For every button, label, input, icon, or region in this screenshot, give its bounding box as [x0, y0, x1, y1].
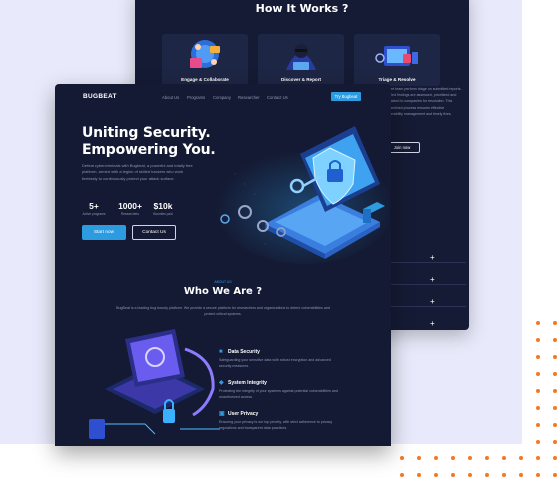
triage-description: Expert team perform triage on submitted …	[384, 87, 462, 116]
stat-value: $10k	[153, 201, 173, 211]
try-bugbeat-button[interactable]: Try Bugbeat	[331, 92, 361, 101]
stat-value: 5+	[89, 201, 99, 211]
feature-title: System Integrity	[228, 380, 267, 386]
faq-expand-icon[interactable]: +	[430, 319, 435, 328]
feature-system-integrity: ◆ System Integrity Protecting the integri…	[219, 380, 343, 401]
stat-programs: 5+ Active programs	[82, 201, 106, 216]
hero-title-line2: Empowering You.	[82, 142, 216, 158]
hero-title-line1: Uniting Security.	[82, 125, 211, 141]
feature-title: Data Security	[228, 349, 260, 355]
dot-grid-right	[536, 321, 557, 444]
card-discover-label: Discover & Report	[280, 77, 322, 82]
card-triage: Triage & Resolve	[354, 34, 440, 86]
faq-divider	[384, 306, 466, 307]
feature-title: User Privacy	[228, 411, 259, 417]
feature-data-security: ■ Data Security Safeguarding your sensiti…	[219, 349, 343, 370]
triage-illustration-icon	[375, 46, 418, 66]
user-icon: ▣	[219, 411, 225, 417]
nav-contact[interactable]: Contact Us	[267, 95, 288, 100]
nav-about[interactable]: About Us	[162, 95, 179, 100]
faq-divider	[384, 284, 466, 285]
feature-description: Safeguarding your sensitive data with ro…	[219, 358, 331, 368]
stat-researchers: 1000+ Researchers	[115, 201, 145, 216]
card-discover: Discover & Report	[258, 34, 344, 86]
faq-expand-icon[interactable]: +	[430, 297, 435, 306]
collaborate-illustration-icon	[190, 40, 220, 68]
feature-description: Ensuring your privacy is our top priorit…	[219, 420, 333, 430]
security-laptop-illustration	[215, 126, 389, 264]
hero-subtitle: Defeat cybercriminals with Bugbeat, a po…	[82, 163, 193, 181]
bugbeat-logo[interactable]: BUGBEAT	[83, 93, 117, 100]
who-we-are-title: Who We Are ?	[183, 286, 263, 297]
how-it-works-title: How It Works ?	[255, 2, 349, 15]
start-now-button[interactable]: Start now	[82, 225, 126, 240]
feature-user-privacy: ▣ User Privacy Ensuring your privacy is o…	[219, 411, 343, 432]
nav-programs[interactable]: Programs	[187, 95, 205, 100]
hero-title: Uniting Security. Empowering You.	[82, 125, 216, 159]
dot-grid-bottom	[400, 456, 557, 477]
stat-label: Bounties paid	[153, 212, 173, 216]
card-triage-label: Triage & Resolve	[378, 77, 416, 82]
stat-value: 1000+	[118, 201, 142, 211]
stat-label: Active programs	[82, 212, 106, 216]
faq-divider	[384, 262, 466, 263]
who-kicker: ABOUT US	[214, 280, 232, 284]
card-engage-label: Engage & Collaborate	[181, 77, 229, 82]
feature-description: Protecting the integrity of your systems…	[219, 389, 338, 399]
secure-laptop-illustration	[89, 329, 220, 439]
shield-icon: ◆	[219, 380, 224, 386]
stat-bounties: $10k Bounties paid	[151, 201, 175, 216]
faq-expand-icon[interactable]: +	[430, 275, 435, 284]
nav-company[interactable]: Company	[213, 95, 231, 100]
stat-label: Researchers	[120, 212, 140, 216]
homepage-screenshot: BUGBEAT About Us Programs Company Resear…	[55, 84, 391, 446]
who-we-are-subtitle: BugBeat is a leading bug bounty platform…	[116, 306, 330, 316]
lock-icon: ■	[219, 349, 223, 355]
card-engage: Engage & Collaborate	[162, 34, 248, 86]
contact-us-button[interactable]: Contact Us	[132, 225, 176, 240]
faq-expand-icon[interactable]: +	[430, 253, 435, 262]
nav-researcher[interactable]: Researcher	[238, 95, 260, 100]
hacker-illustration-icon	[286, 44, 316, 70]
